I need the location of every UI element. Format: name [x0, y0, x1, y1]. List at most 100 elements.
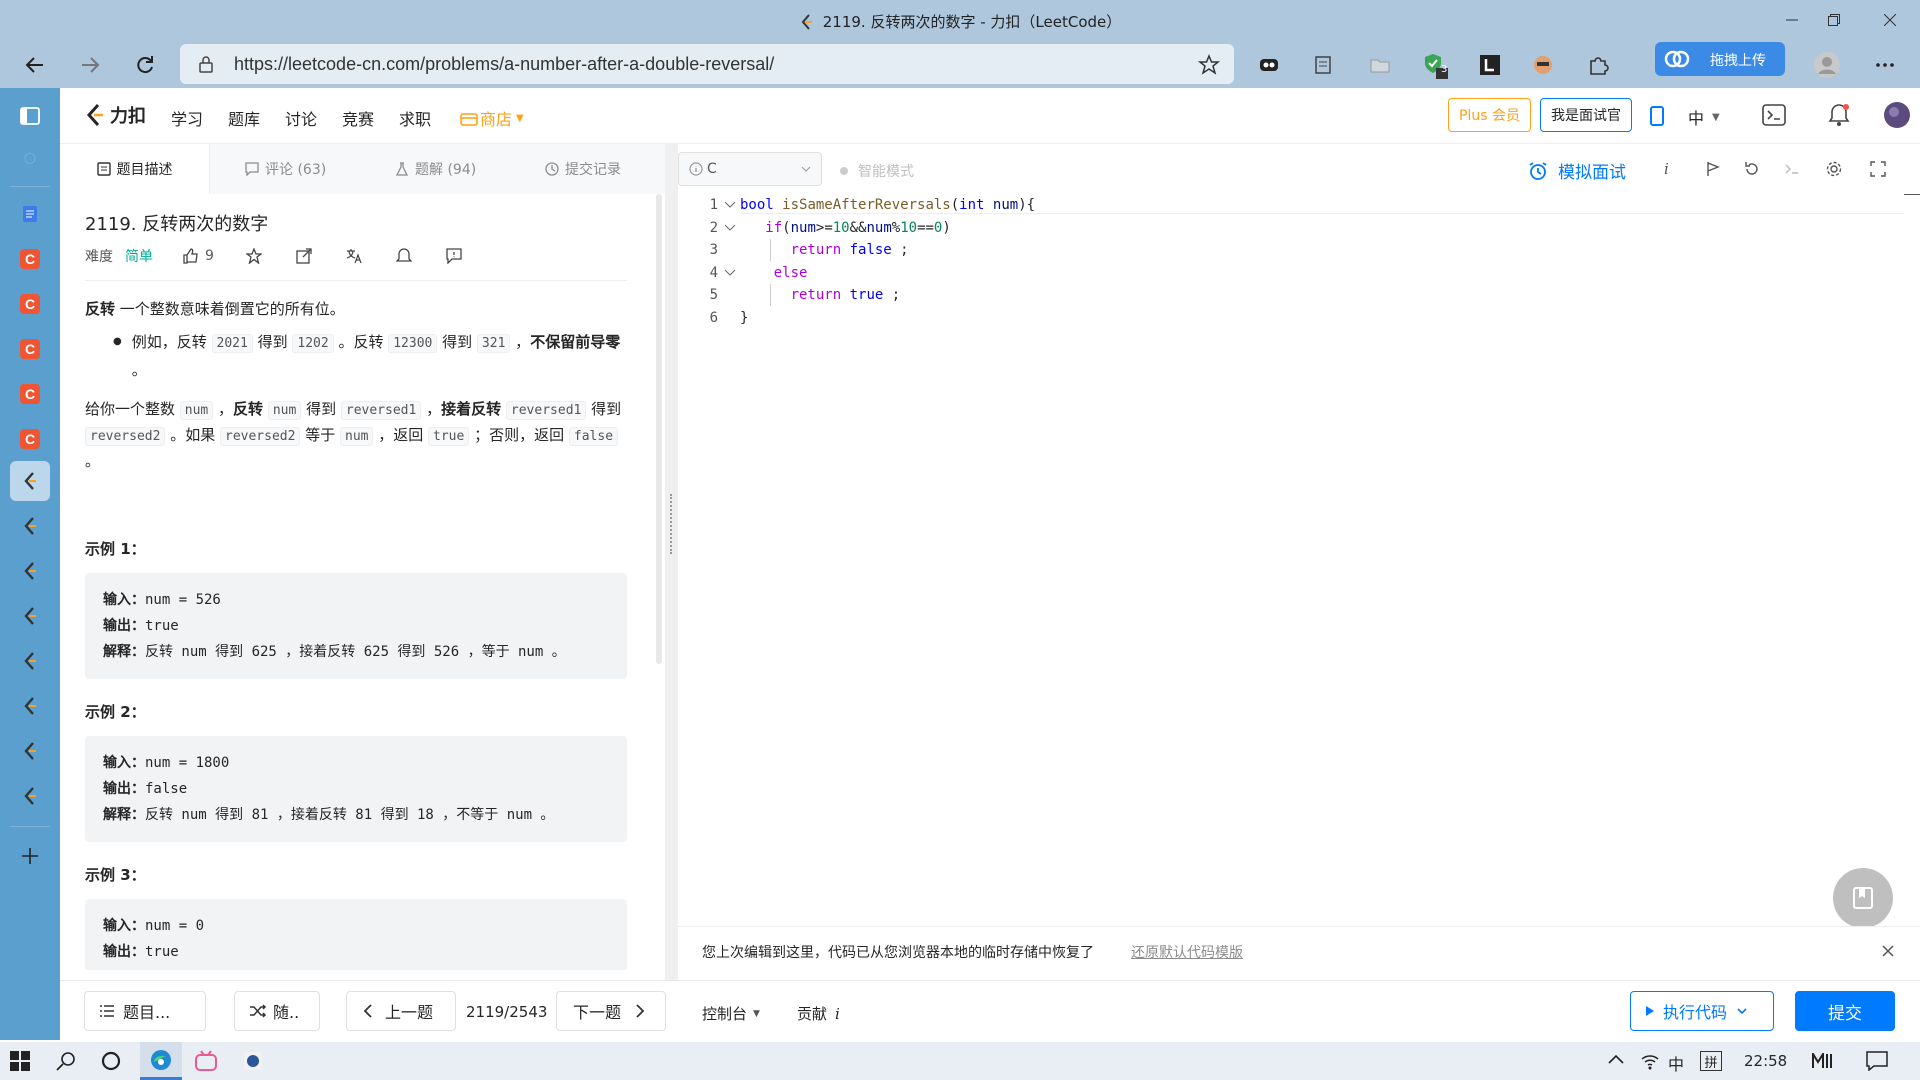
leetcode-tab-icon[interactable] [12, 643, 48, 679]
code-lines[interactable]: 1 2 3 4 5 6 bool isSameAfterReversals(in… [678, 194, 1920, 326]
smart-mode-toggle[interactable]: 智能模式 [840, 161, 914, 181]
fold-chevron-icon[interactable] [724, 224, 736, 232]
reset-icon[interactable] [1744, 161, 1760, 177]
doc-tab-icon[interactable] [12, 196, 48, 232]
csdn-tab-icon[interactable]: C [12, 376, 48, 412]
close-notice-icon[interactable] [1882, 945, 1894, 957]
wifi-icon[interactable] [1640, 1051, 1660, 1071]
url-text[interactable]: https://leetcode-cn.com/problems/a-numbe… [234, 54, 774, 75]
fold-chevron-icon[interactable] [724, 201, 736, 209]
extensions-puzzle-icon[interactable] [1583, 50, 1613, 80]
fullscreen-icon[interactable] [1870, 161, 1886, 177]
leetcode-tab-icon[interactable] [12, 508, 48, 544]
leetcode-tab-icon[interactable] [12, 553, 48, 589]
search-icon[interactable] [56, 1051, 76, 1071]
avatar-extension-icon[interactable] [1528, 50, 1558, 80]
leetcode-tab-icon[interactable] [12, 733, 48, 769]
upload-button[interactable]: 拖拽上传 [1655, 42, 1785, 76]
leetcode-tab-icon[interactable] [12, 598, 48, 634]
feedback-icon[interactable] [446, 248, 462, 264]
nav-discuss[interactable]: 讨论 [285, 106, 317, 130]
settings-gear-icon[interactable] [1826, 161, 1842, 177]
contribute-button[interactable]: 贡献 i [797, 1003, 840, 1024]
restore-default-link[interactable]: 还原默认代码模版 [1131, 942, 1243, 962]
console-toggle[interactable]: 控制台 ▼ [702, 1003, 760, 1024]
app-tray-icon[interactable] [1812, 1053, 1834, 1069]
shield-extension-icon[interactable]: 3 [1420, 50, 1450, 80]
leetcode-tab-icon[interactable] [12, 778, 48, 814]
playground-icon[interactable] [1762, 104, 1786, 126]
submit-button[interactable]: 提交 [1795, 991, 1895, 1031]
word-taskbar-icon[interactable] [242, 1050, 264, 1072]
prev-problem-button[interactable]: 上一题 [346, 991, 456, 1031]
nav-problemset[interactable]: 题库 [228, 106, 260, 130]
back-icon[interactable] [20, 50, 50, 80]
collections-icon[interactable] [1308, 50, 1338, 80]
csdn-tab-icon[interactable]: C [12, 421, 48, 457]
folder-icon[interactable] [1365, 50, 1395, 80]
extension-icon[interactable] [1254, 50, 1284, 80]
description-scrollbar[interactable] [656, 194, 662, 664]
plus-member-button[interactable]: Plus 会员 [1448, 98, 1531, 132]
forward-icon[interactable] [75, 50, 105, 80]
new-tab-plus-icon[interactable] [12, 838, 48, 874]
tray-chevron-up-icon[interactable] [1608, 1054, 1624, 1064]
flag-icon[interactable] [1706, 161, 1720, 177]
csdn-tab-icon[interactable]: C [12, 286, 48, 322]
address-bar[interactable]: https://leetcode-cn.com/problems/a-numbe… [180, 44, 1234, 84]
notes-float-button[interactable] [1833, 868, 1893, 928]
leetcode-ext-icon[interactable] [1475, 50, 1505, 80]
info-italic-icon[interactable]: i [1664, 160, 1669, 178]
nav-contest[interactable]: 竞赛 [342, 106, 374, 130]
run-code-button[interactable]: 执行代码 [1630, 991, 1774, 1031]
ime-mode-indicator[interactable]: 拼 [1700, 1051, 1722, 1071]
edge-taskbar-icon[interactable] [140, 1042, 182, 1080]
profile-icon[interactable] [1812, 50, 1842, 80]
tab-comments[interactable]: 评论 (63) [245, 144, 326, 194]
user-avatar[interactable] [1884, 102, 1910, 128]
clock[interactable]: 22:58 [1744, 1052, 1787, 1070]
code-editor[interactable]: 1 2 3 4 5 6 bool isSameAfterReversals(in… [678, 194, 1920, 928]
language-select[interactable]: C [678, 152, 822, 186]
translate-icon[interactable] [346, 248, 362, 264]
nav-learn[interactable]: 学习 [171, 106, 203, 130]
favorite-add-icon[interactable] [1198, 54, 1220, 76]
random-button[interactable]: 随.. [234, 991, 320, 1031]
brand-logo[interactable]: 力扣 [84, 102, 146, 128]
tab-description[interactable]: 题目描述 [60, 144, 210, 194]
bilibili-taskbar-icon[interactable] [194, 1050, 218, 1072]
like-button[interactable]: 9 [183, 248, 214, 264]
notification-center-icon[interactable] [1866, 1051, 1888, 1071]
problem-list-button[interactable]: 题目... [84, 991, 206, 1031]
nav-jobs[interactable]: 求职 [399, 106, 431, 130]
minimize-button[interactable] [1778, 8, 1806, 32]
mobile-icon[interactable] [1650, 106, 1664, 126]
interviewer-button[interactable]: 我是面试官 [1540, 98, 1632, 132]
csdn-tab-icon[interactable]: C [12, 241, 48, 277]
tab-submissions[interactable]: 提交记录 [545, 144, 621, 194]
leetcode-tab-icon[interactable] [12, 688, 48, 724]
more-menu-icon[interactable] [1870, 50, 1900, 80]
leetcode-tab-icon[interactable] [10, 461, 50, 501]
language-switch[interactable]: 中 ▼ [1688, 105, 1720, 129]
csdn-tab-icon[interactable]: C [12, 331, 48, 367]
tab-actions-icon[interactable] [12, 98, 48, 134]
fold-chevron-icon[interactable] [724, 269, 736, 277]
refresh-icon[interactable] [130, 50, 160, 80]
close-window-button[interactable] [1876, 8, 1904, 32]
tab-favicon-icon[interactable]: ○ [12, 140, 48, 176]
task-view-icon[interactable] [101, 1051, 121, 1071]
share-icon[interactable] [296, 248, 312, 264]
mock-interview-button[interactable]: 模拟面试 [1528, 158, 1626, 183]
notification-bell-icon[interactable] [1828, 103, 1850, 127]
next-problem-button[interactable]: 下一题 [556, 991, 666, 1031]
nav-store[interactable]: 商店 ▼ [460, 106, 524, 130]
restore-button[interactable] [1820, 8, 1848, 32]
star-icon[interactable] [245, 248, 262, 264]
windows-start-icon[interactable] [10, 1051, 30, 1071]
terminal-icon[interactable] [1784, 161, 1800, 177]
ime-indicator[interactable]: 中 [1668, 1051, 1684, 1075]
pane-resize-handle[interactable] [665, 144, 678, 980]
tab-solutions[interactable]: 题解 (94) [395, 144, 476, 194]
bell-icon[interactable] [395, 248, 412, 264]
